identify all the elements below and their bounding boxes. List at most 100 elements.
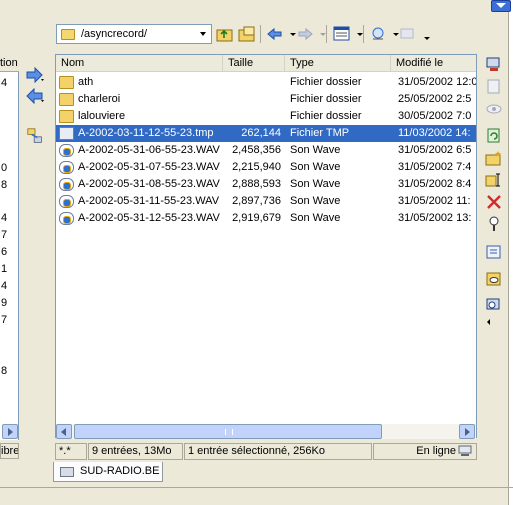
toolbar-separator [326,25,327,43]
arrow-left-icon [61,428,66,436]
more-arrow-icon[interactable] [485,318,493,326]
scroll-right-button[interactable] [459,424,475,439]
file-row[interactable]: A-2002-05-31-06-55-23.WAV 2,458,356 Son … [56,142,476,159]
file-row[interactable]: A-2002-05-31-07-55-23.WAV 2,215,940 Son … [56,159,476,176]
file-modified: 25/05/2002 2:5 [398,93,472,105]
local-row-value: 4 [1,77,8,89]
path-combobox[interactable]: /asyncrecord/ [56,24,212,44]
settings-icon[interactable] [485,244,503,260]
file-row-selected[interactable]: A-2002-03-11-12-55-23.tmp 262,144 Fichie… [56,125,476,142]
local-status-panel: ibre [0,443,19,459]
scroll-down-button[interactable] [491,0,511,12]
file-name: A-2002-05-31-08-55-23.WAV [78,178,220,190]
chevron-down-icon[interactable] [196,26,210,42]
local-row-value: 4 [1,212,8,224]
chevron-down-icon [496,3,506,8]
column-type[interactable]: Type [285,55,391,72]
parent-folder-icon[interactable] [216,25,234,43]
rename-icon[interactable] [485,172,503,188]
file-type: Son Wave [290,178,341,190]
file-row[interactable]: ath Fichier dossier 31/05/2002 12:0 [56,74,476,91]
window-right-edge [508,0,513,505]
file-size: 2,919,679 [232,212,281,224]
file-modified: 31/05/2002 11: [398,195,471,207]
bottom-divider [0,487,513,488]
local-column-label: tion [0,57,18,69]
file-name: A-2002-05-31-06-55-23.WAV [78,144,220,156]
file-name: A-2002-03-11-12-55-23.tmp [78,127,214,139]
scroll-left-button[interactable] [56,424,72,439]
new-folder-star-icon[interactable] [485,150,503,166]
file-name: A-2002-05-31-11-55-23.WAV [78,195,220,207]
column-modified[interactable]: Modifié le [391,55,476,72]
preview-icon[interactable] [485,271,503,287]
file-size: 2,215,940 [232,161,281,173]
local-row-value: 9 [1,297,8,309]
local-row-value: 7 [1,229,8,241]
folder-icon [61,29,75,40]
refresh-icon[interactable] [485,128,503,144]
file-type: Son Wave [290,212,341,224]
local-status-text: ibre [1,445,19,457]
file-size: 262,144 [241,127,281,139]
new-folder-icon[interactable] [238,25,256,43]
upload-arrow-icon[interactable] [25,67,45,83]
wav-file-icon [59,195,74,208]
column-header: Nom Taille Type Modifié le [56,55,476,72]
sync-link-icon[interactable] [25,128,45,144]
folder-icon [59,110,74,123]
file-type: Fichier dossier [290,93,362,105]
local-row-value: 4 [1,280,8,292]
file-size: 2,897,736 [232,195,281,207]
file-size: 2,458,356 [232,144,281,156]
status-filter-text: *.* [59,445,71,457]
arrow-right-icon [465,428,470,436]
folder-icon [59,76,74,89]
file-modified: 30/05/2002 7:0 [398,110,472,122]
file-name: lalouviere [78,110,126,122]
toolbar-separator [363,25,364,43]
toolbar-separator [260,25,261,43]
status-filter[interactable]: *.* [55,443,87,460]
filter-icon[interactable] [369,25,387,43]
file-name: A-2002-05-31-07-55-23.WAV [78,161,220,173]
local-row-value: 7 [1,314,8,326]
local-row-value: 1 [1,263,8,275]
wav-file-icon [59,178,74,191]
more-dropdown-icon[interactable] [418,25,436,43]
tmp-file-icon [59,127,74,140]
file-row[interactable]: charleroi Fichier dossier 25/05/2002 2:5 [56,91,476,108]
column-size[interactable]: Taille [223,55,285,72]
status-selection: 1 entrée sélectionné, 256Ko [184,443,372,460]
properties-icon[interactable] [485,216,503,232]
file-name: ath [78,76,94,88]
local-scroll-right-button[interactable] [2,424,18,439]
local-row-value: 8 [1,365,8,377]
connect-icon[interactable] [485,57,503,73]
file-modified: 31/05/2002 7:4 [398,161,472,173]
status-count-text: 9 entrées, 13Mo [92,445,172,457]
file-row[interactable]: A-2002-05-31-08-55-23.WAV 2,888,593 Son … [56,176,476,193]
file-name: charleroi [78,93,121,105]
wav-file-icon [59,212,74,225]
column-name[interactable]: Nom [56,55,223,72]
back-arrow-icon[interactable] [266,25,284,43]
scrollbar-thumb[interactable] [74,424,382,439]
view-dropdown-icon[interactable] [351,25,369,43]
local-row-value: 8 [1,179,8,191]
view-details-icon[interactable] [333,25,351,43]
file-row[interactable]: lalouviere Fichier dossier 30/05/2002 7:… [56,108,476,125]
download-arrow-icon[interactable] [25,88,45,104]
search-icon[interactable] [485,298,503,314]
horizontal-scrollbar[interactable] [56,424,476,439]
local-column-header[interactable]: tion [0,55,19,72]
arrow-right-icon [8,428,13,436]
file-type: Son Wave [290,144,341,156]
tab-label: SUD-RADIO.BE [80,465,160,477]
file-modified: 31/05/2002 6:5 [398,144,472,156]
edit-document-icon [487,79,500,94]
file-row[interactable]: A-2002-05-31-12-55-23.WAV 2,919,679 Son … [56,210,476,227]
delete-icon[interactable] [485,194,503,210]
file-row[interactable]: A-2002-05-31-11-55-23.WAV 2,897,736 Son … [56,193,476,210]
view-eye-icon [486,104,502,114]
